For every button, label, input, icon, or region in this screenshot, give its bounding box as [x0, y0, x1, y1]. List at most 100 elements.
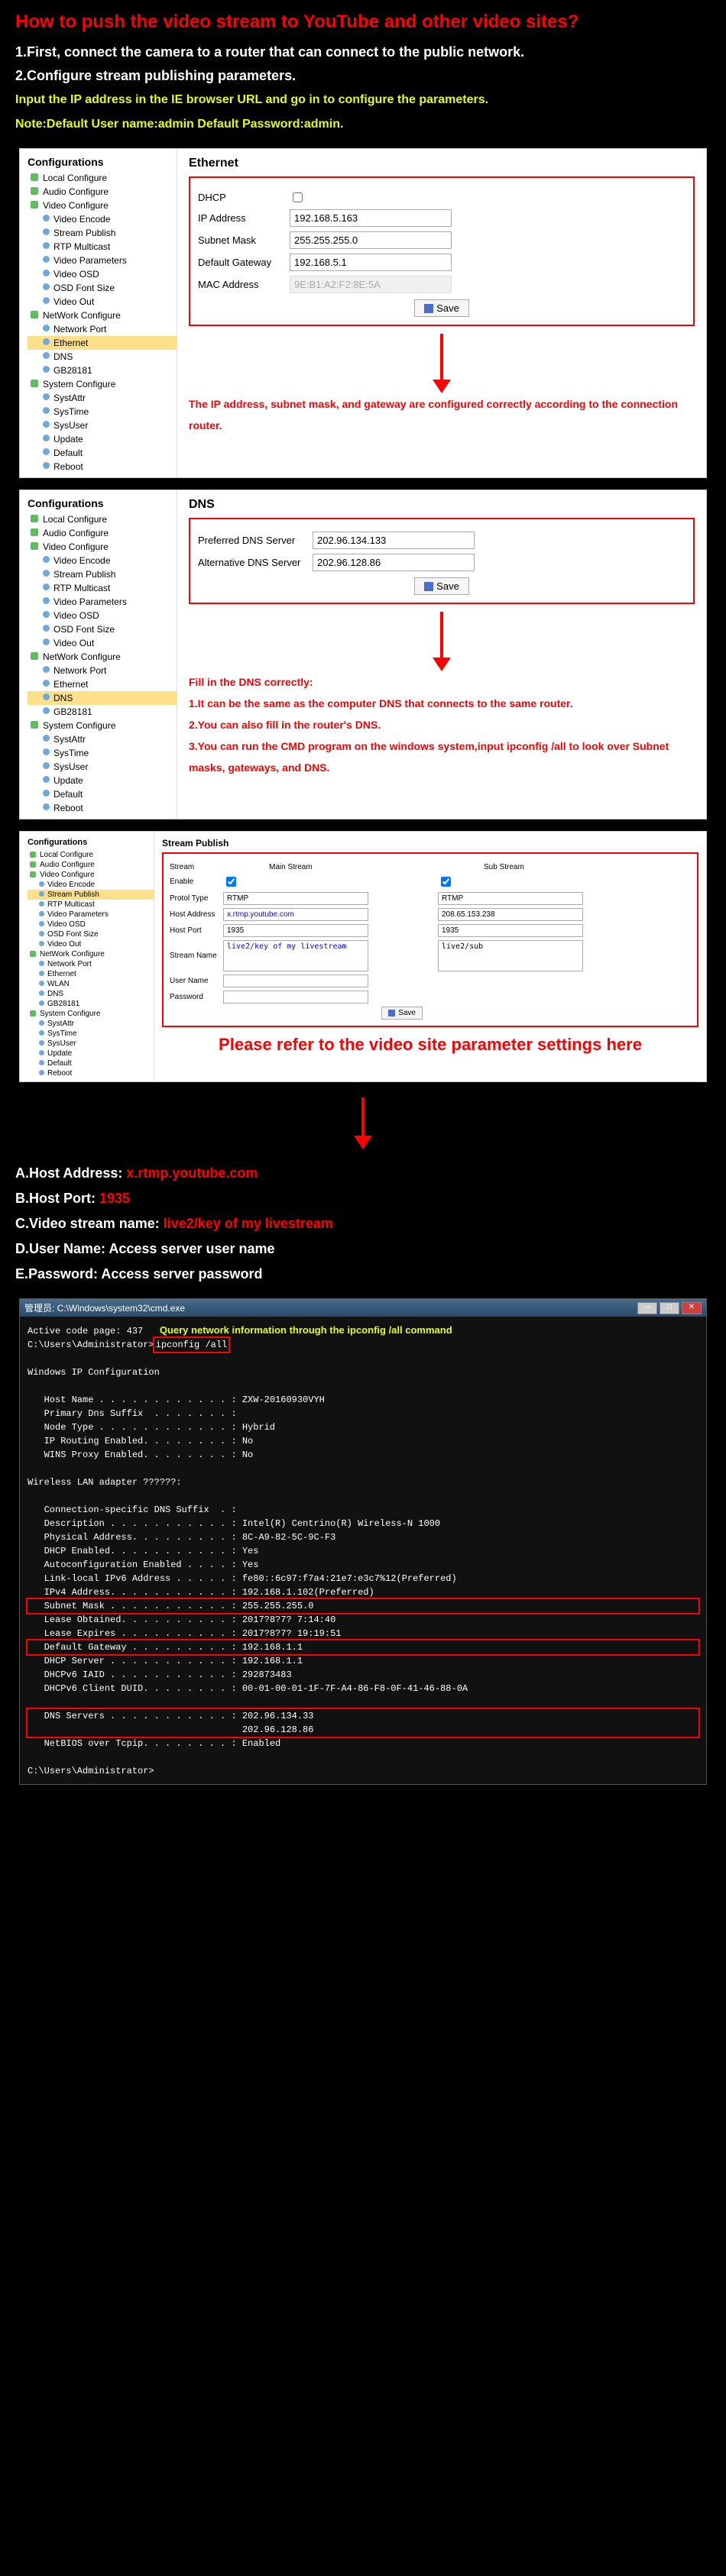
tree-reboot[interactable]: Reboot	[28, 1068, 154, 1078]
tree-rtp[interactable]: RTP Multicast	[28, 581, 177, 595]
streamname-main-input[interactable]: live2/key of my livestream	[223, 940, 368, 971]
tree-video-encode[interactable]: Video Encode	[28, 880, 154, 890]
tree-update[interactable]: Update	[28, 432, 177, 446]
tree-update[interactable]: Update	[28, 1049, 154, 1059]
streamname-sub-input[interactable]: live2/sub	[438, 940, 583, 971]
step-1: 1.First, connect the camera to a router …	[0, 40, 726, 64]
tree-audio[interactable]: Audio Configure	[28, 526, 177, 540]
tree-default[interactable]: Default	[28, 1059, 154, 1068]
param-d: D.User Name: Access server user name	[0, 1236, 726, 1262]
tree-gb[interactable]: GB28181	[28, 705, 177, 719]
minimize-button[interactable]: —	[637, 1302, 657, 1314]
close-button[interactable]: ✕	[682, 1302, 702, 1314]
stream-big-note: Please refer to the video site parameter…	[162, 1027, 698, 1062]
tree-wlan[interactable]: WLAN	[28, 979, 154, 989]
tree-video[interactable]: Video Configure	[28, 870, 154, 880]
tree-systime[interactable]: SysTime	[28, 405, 177, 419]
enable-sub-checkbox[interactable]	[441, 877, 451, 887]
tree-rtp[interactable]: RTP Multicast	[28, 900, 154, 910]
tree-stream-publish[interactable]: Stream Publish	[28, 567, 177, 581]
save-button[interactable]: Save	[414, 299, 469, 317]
tree-sysuser[interactable]: SysUser	[28, 1039, 154, 1049]
tree-default[interactable]: Default	[28, 787, 177, 801]
tree-system[interactable]: System Configure	[28, 377, 177, 391]
step-2-note-a: Input the IP address in the IE browser U…	[0, 88, 726, 112]
tree-gb[interactable]: GB28181	[28, 999, 154, 1009]
hostport-main-input[interactable]	[223, 924, 368, 937]
tree-video-out[interactable]: Video Out	[28, 939, 154, 949]
tree-title: Configurations	[20, 494, 177, 512]
tree-systime[interactable]: SysTime	[28, 746, 177, 760]
tree-network[interactable]: NetWork Configure	[28, 309, 177, 322]
tree-video-encode[interactable]: Video Encode	[28, 554, 177, 567]
save-button[interactable]: Save	[414, 577, 469, 595]
tree-video-params[interactable]: Video Parameters	[28, 254, 177, 267]
tree-video-out[interactable]: Video Out	[28, 636, 177, 650]
username-input[interactable]	[223, 974, 368, 987]
tree-video-params[interactable]: Video Parameters	[28, 910, 154, 920]
tree-video-osd[interactable]: Video OSD	[28, 267, 177, 281]
pref-dns-input[interactable]	[313, 532, 475, 549]
tree-reboot[interactable]: Reboot	[28, 801, 177, 815]
tree-reboot[interactable]: Reboot	[28, 460, 177, 474]
tree-network-port[interactable]: Network Port	[28, 959, 154, 969]
tree-dns[interactable]: DNS	[28, 691, 177, 705]
hostport-sub-input[interactable]	[438, 924, 583, 937]
tree-video[interactable]: Video Configure	[28, 540, 177, 554]
tree-osd-font[interactable]: OSD Font Size	[28, 281, 177, 295]
tree-local[interactable]: Local Configure	[28, 850, 154, 860]
tree-system[interactable]: System Configure	[28, 1009, 154, 1019]
tree-stream-publish[interactable]: Stream Publish	[28, 226, 177, 240]
tree-local[interactable]: Local Configure	[28, 171, 177, 185]
dhcp-checkbox[interactable]	[293, 192, 303, 202]
tree-default[interactable]: Default	[28, 446, 177, 460]
ip-input[interactable]	[290, 209, 452, 227]
ethernet-title: Ethernet	[189, 157, 695, 176]
tree-osd-font[interactable]: OSD Font Size	[28, 622, 177, 636]
tree-dns[interactable]: DNS	[28, 350, 177, 364]
hostaddr-sub-input[interactable]	[438, 908, 583, 921]
password-input[interactable]	[223, 991, 368, 1004]
mask-input[interactable]	[290, 231, 452, 249]
tree-audio[interactable]: Audio Configure	[28, 860, 154, 870]
dns-panel: Configurations Local Configure Audio Con…	[19, 490, 707, 819]
tree-ethernet[interactable]: Ethernet	[28, 336, 177, 350]
tree-gb[interactable]: GB28181	[28, 364, 177, 377]
tree-video-osd[interactable]: Video OSD	[28, 920, 154, 929]
tree-video-params[interactable]: Video Parameters	[28, 595, 177, 609]
tree-sysuser[interactable]: SysUser	[28, 419, 177, 432]
tree-stream-publish[interactable]: Stream Publish	[28, 890, 154, 900]
tree-video-osd[interactable]: Video OSD	[28, 609, 177, 622]
tree-dns[interactable]: DNS	[28, 989, 154, 999]
tree-local[interactable]: Local Configure	[28, 512, 177, 526]
tree-network[interactable]: NetWork Configure	[28, 949, 154, 959]
tree-video-out[interactable]: Video Out	[28, 295, 177, 309]
save-button[interactable]: Save	[381, 1007, 423, 1020]
tree-sysattr[interactable]: SystAttr	[28, 391, 177, 405]
gw-input[interactable]	[290, 254, 452, 271]
tree-video[interactable]: Video Configure	[28, 199, 177, 212]
tree-sysattr[interactable]: SystAttr	[28, 732, 177, 746]
tree-osd-font[interactable]: OSD Font Size	[28, 929, 154, 939]
tree-network-port[interactable]: Network Port	[28, 322, 177, 336]
protol-sub-input[interactable]	[438, 892, 583, 905]
cmd-l10: Connection-specific DNS Suffix . :	[28, 1503, 698, 1517]
tree-video-encode[interactable]: Video Encode	[28, 212, 177, 226]
tree-audio[interactable]: Audio Configure	[28, 185, 177, 199]
tree-sysattr[interactable]: SystAttr	[28, 1019, 154, 1029]
tree-title: Configurations	[20, 835, 154, 850]
tree-ethernet[interactable]: Ethernet	[28, 677, 177, 691]
maximize-button[interactable]: □	[660, 1302, 679, 1314]
tree-system[interactable]: System Configure	[28, 719, 177, 732]
tree-update[interactable]: Update	[28, 774, 177, 787]
enable-main-checkbox[interactable]	[226, 877, 236, 887]
tree-ethernet[interactable]: Ethernet	[28, 969, 154, 979]
tree-sysuser[interactable]: SysUser	[28, 760, 177, 774]
tree-rtp[interactable]: RTP Multicast	[28, 240, 177, 254]
protol-main-input[interactable]	[223, 892, 368, 905]
tree-systime[interactable]: SysTime	[28, 1029, 154, 1039]
tree-network-port[interactable]: Network Port	[28, 664, 177, 677]
hostaddr-main-input[interactable]	[223, 908, 368, 921]
tree-network[interactable]: NetWork Configure	[28, 650, 177, 664]
alt-dns-input[interactable]	[313, 554, 475, 571]
